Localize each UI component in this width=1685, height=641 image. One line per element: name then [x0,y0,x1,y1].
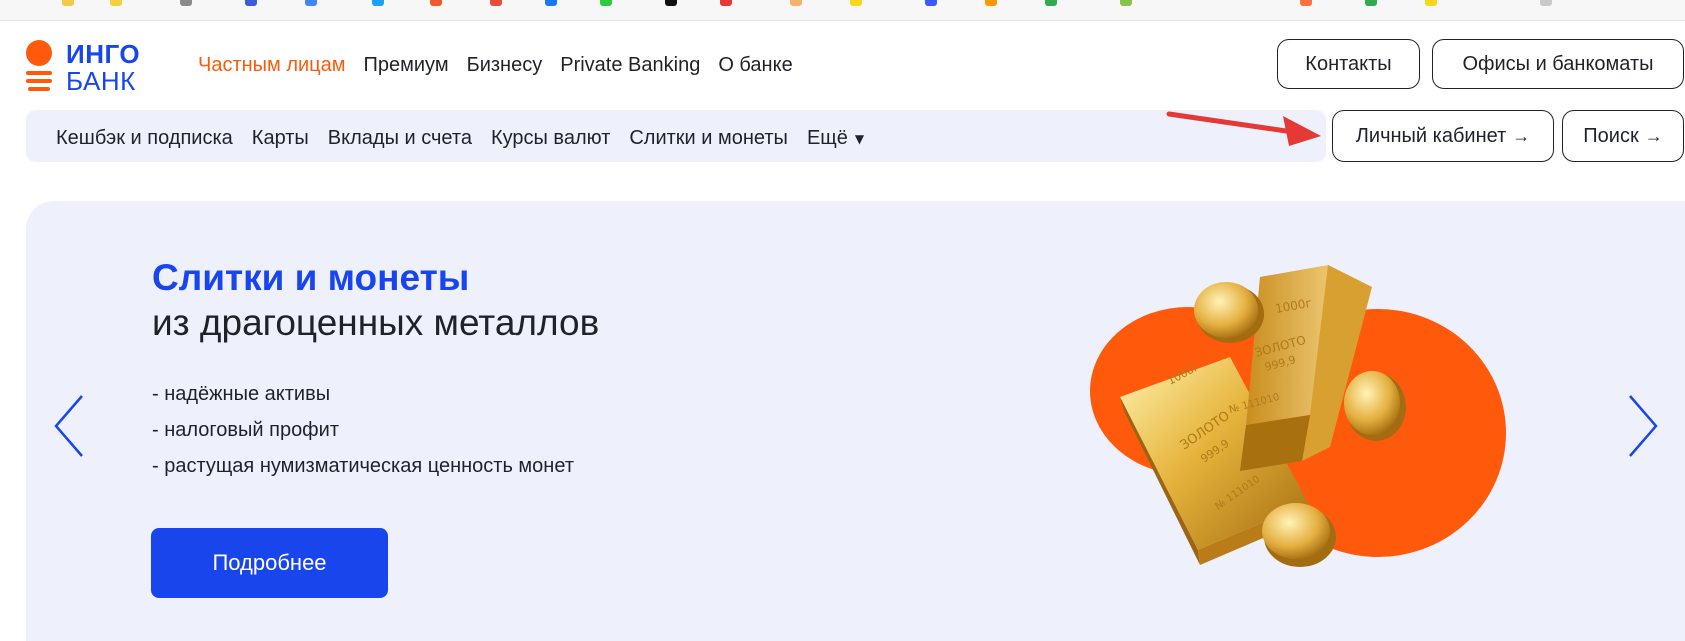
gold-bars-illustration: 1000г ЗОЛОТО 999,9 № 111010 1000г ЗОЛОТО… [1090,265,1506,567]
sub-nav: Кешбэк и подписка Карты Вклады и счета К… [56,126,864,150]
bookmark-icon[interactable] [1045,0,1057,6]
bookmark-icon[interactable] [720,0,732,6]
bookmark-icon[interactable] [110,0,122,6]
arrow-right-icon: → [1644,125,1663,146]
bookmark-icon[interactable] [305,0,317,6]
bookmark-icon[interactable] [850,0,862,6]
main-nav: Частным лицам Премиум Бизнесу Private Ba… [198,53,811,77]
bookmark-icon[interactable] [1425,0,1437,6]
bookmark-icon[interactable] [790,0,802,6]
bookmark-icon[interactable] [985,0,997,6]
caret-down-icon[interactable]: ▼ [855,132,864,146]
search-label: Поиск [1583,124,1639,147]
bookmark-icon[interactable] [665,0,677,6]
subnav-item-cards[interactable]: Карты [252,126,309,150]
bookmark-icon[interactable] [372,0,384,6]
subnav-item-cashback[interactable]: Кешбэк и подписка [56,126,233,150]
nav-item-private-banking[interactable]: Private Banking [560,53,700,77]
logo-text-line2: БАНК [66,66,136,96]
arrow-right-icon: → [1512,125,1531,146]
bookmark-icon[interactable] [1300,0,1312,6]
subnav-more[interactable]: Ещё [807,126,848,150]
hero-bullet: - налоговый профит [152,419,339,441]
offices-atm-button[interactable]: Офисы и банкоматы [1432,39,1684,89]
bookmark-icon[interactable] [1540,0,1552,6]
search-button[interactable]: Поиск → [1562,110,1684,162]
bookmarks-bar [0,0,1685,21]
red-annotation-arrow [1166,111,1321,146]
hero-title: Слитки и монеты [152,257,470,298]
bookmark-icon[interactable] [1365,0,1377,6]
contacts-button[interactable]: Контакты [1277,39,1420,89]
nav-item-business[interactable]: Бизнесу [467,53,543,77]
bookmark-icon[interactable] [545,0,557,6]
bookmark-icon[interactable] [245,0,257,6]
nav-item-private-persons[interactable]: Частным лицам [198,53,346,77]
hero-bullets: - надёжные активы - налоговый профит - р… [152,376,574,484]
personal-account-button[interactable]: Личный кабинет → [1332,110,1554,162]
subnav-item-bullion[interactable]: Слитки и монеты [629,126,788,150]
hero-subtitle: из драгоценных металлов [152,302,600,343]
hero-bullet: - надёжные активы [152,383,331,405]
bookmark-icon[interactable] [600,0,612,6]
more-details-button[interactable]: Подробнее [151,528,388,598]
nav-item-about-bank[interactable]: О банке [718,53,792,77]
bookmark-icon[interactable] [1120,0,1132,6]
logo-mark-icon [26,40,54,92]
chevron-left-icon[interactable] [52,391,92,461]
bookmark-icon[interactable] [925,0,937,6]
bookmark-icon[interactable] [62,0,74,6]
chevron-right-icon[interactable] [1620,391,1660,461]
personal-account-label: Личный кабинет [1355,124,1507,147]
subnav-item-rates[interactable]: Курсы валют [491,126,610,150]
ingo-bank-logo[interactable]: ИНГО БАНК [26,39,146,96]
hero-bullet: - растущая нумизматическая ценность моне… [152,455,574,477]
logo-text-line1: ИНГО [66,39,141,69]
nav-item-premium[interactable]: Премиум [364,53,449,77]
bookmark-icon[interactable] [430,0,442,6]
subnav-item-deposits[interactable]: Вклады и счета [328,126,472,150]
bookmark-icon[interactable] [490,0,502,6]
bookmark-icon[interactable] [180,0,192,6]
